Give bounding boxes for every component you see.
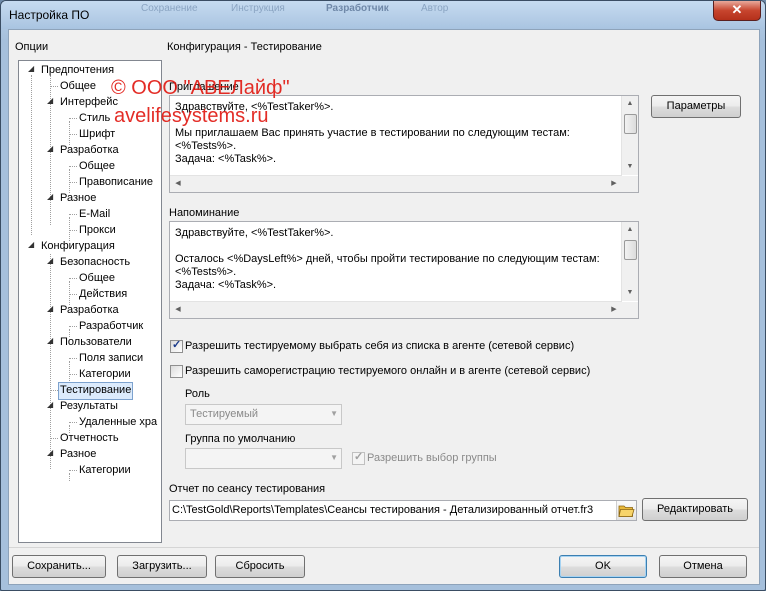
tree-item[interactable]: Пользователи bbox=[60, 334, 132, 350]
default-group-label: Группа по умолчанию bbox=[185, 433, 296, 445]
scroll-corner bbox=[622, 176, 638, 192]
ghost-tab: Сохранение bbox=[141, 3, 198, 14]
role-label: Роль bbox=[185, 388, 210, 400]
ghost-tab: Разработчик bbox=[326, 3, 389, 14]
tree-expand-icon[interactable]: ◢ bbox=[47, 145, 53, 153]
close-icon: ✕ bbox=[731, 2, 743, 17]
tree-item[interactable]: Общее bbox=[79, 158, 115, 174]
scroll-left-icon[interactable]: ◀ bbox=[170, 176, 186, 192]
background-ribbon-tabs: Сохранение Инструкция Разработчик Автор bbox=[121, 1, 481, 15]
tree-item[interactable]: Разное bbox=[60, 446, 96, 462]
role-value: Тестируемый bbox=[190, 408, 259, 420]
ghost-tab: Автор bbox=[421, 3, 449, 14]
tree-item[interactable]: Шрифт bbox=[79, 126, 115, 142]
scroll-right-icon[interactable]: ▶ bbox=[606, 176, 622, 192]
allow-group-choice-label[interactable]: Разрешить выбор группы bbox=[367, 452, 497, 464]
tree-item[interactable]: Стиль bbox=[79, 110, 110, 126]
invitation-hscroll[interactable]: ◀ ▶ bbox=[170, 175, 622, 192]
tree-expand-icon[interactable]: ◢ bbox=[47, 305, 53, 313]
tree-item[interactable]: Правописание bbox=[79, 174, 153, 190]
ok-button[interactable]: OK bbox=[559, 555, 647, 578]
tree-item[interactable]: Предпочтения bbox=[41, 62, 114, 78]
tree-expand-icon[interactable]: ◢ bbox=[28, 241, 34, 249]
load-button[interactable]: Загрузить... bbox=[117, 555, 207, 578]
parameters-button[interactable]: Параметры bbox=[651, 95, 741, 118]
scroll-up-icon[interactable]: ▲ bbox=[622, 222, 638, 238]
tree-expand-icon[interactable]: ◢ bbox=[47, 337, 53, 345]
invitation-vscroll[interactable]: ▲ ▼ bbox=[621, 96, 638, 175]
role-select[interactable]: Тестируемый ▼ bbox=[185, 404, 342, 425]
tree-item[interactable]: Безопасность bbox=[60, 254, 130, 270]
scroll-right-icon[interactable]: ▶ bbox=[606, 302, 622, 318]
allow-self-registration-label[interactable]: Разрешить саморегистрацию тестируемого о… bbox=[185, 365, 590, 377]
tree-item[interactable]: Категории bbox=[79, 462, 131, 478]
reminder-hscroll[interactable]: ◀ ▶ bbox=[170, 301, 622, 318]
watermark-website: avelifesystems.ru bbox=[114, 105, 269, 127]
cancel-button[interactable]: Отмена bbox=[659, 555, 747, 578]
report-path-field[interactable]: C:\TestGold\Reports\Templates\Сеансы тес… bbox=[169, 500, 637, 521]
watermark-company: © ООО "АВЕЛайф" bbox=[111, 77, 290, 99]
chevron-down-icon: ▼ bbox=[330, 409, 338, 418]
tree-expand-icon[interactable]: ◢ bbox=[28, 65, 34, 73]
options-tree[interactable]: ◢ Предпочтения Общее ◢ Интерфейс Стиль Шрифт ◢ Р… bbox=[18, 60, 162, 543]
scroll-up-icon[interactable]: ▲ bbox=[622, 96, 638, 112]
chevron-down-icon: ▼ bbox=[330, 453, 338, 462]
reset-button[interactable]: Сбросить bbox=[215, 555, 305, 578]
save-button[interactable]: Сохранить... bbox=[12, 555, 106, 578]
title-bar[interactable]: Настройка ПО Сохранение Инструкция Разра… bbox=[1, 1, 765, 29]
tree-item[interactable]: Категории bbox=[79, 366, 131, 382]
reminder-vscroll[interactable]: ▲ ▼ bbox=[621, 222, 638, 301]
report-path-value: C:\TestGold\Reports\Templates\Сеансы тес… bbox=[172, 504, 594, 516]
tree-item[interactable]: Разработка bbox=[60, 142, 119, 158]
allow-select-self-checkbox[interactable] bbox=[170, 338, 183, 353]
close-button[interactable]: ✕ bbox=[713, 1, 761, 21]
scroll-down-icon[interactable]: ▼ bbox=[622, 285, 638, 301]
reminder-text: Здравствуйте, <%TestTaker%>. Осталось <%… bbox=[175, 227, 600, 291]
tree-item[interactable]: Конфигурация bbox=[41, 238, 115, 254]
default-group-select[interactable]: ▼ bbox=[185, 448, 342, 469]
browse-button[interactable] bbox=[616, 501, 636, 520]
scroll-thumb[interactable] bbox=[624, 240, 637, 260]
tree-item[interactable]: Отчетность bbox=[60, 430, 119, 446]
edit-report-button[interactable]: Редактировать bbox=[642, 498, 748, 521]
tree-item[interactable]: Разработка bbox=[60, 302, 119, 318]
section-title: Конфигурация - Тестирование bbox=[167, 41, 322, 53]
allow-group-choice-checkbox[interactable] bbox=[352, 450, 365, 465]
settings-window: Настройка ПО Сохранение Инструкция Разра… bbox=[0, 0, 766, 591]
ghost-tab: Инструкция bbox=[231, 3, 285, 14]
tree-expand-icon[interactable]: ◢ bbox=[47, 97, 53, 105]
tree-expand-icon[interactable]: ◢ bbox=[47, 401, 53, 409]
window-title: Настройка ПО bbox=[9, 8, 90, 22]
tree-item[interactable]: Прокси bbox=[79, 222, 116, 238]
options-label: Опции bbox=[15, 41, 49, 53]
tree-item[interactable]: Общее bbox=[60, 78, 96, 94]
scroll-down-icon[interactable]: ▼ bbox=[622, 159, 638, 175]
scroll-left-icon[interactable]: ◀ bbox=[170, 302, 186, 318]
bottom-button-bar: Сохранить... Загрузить... Сбросить OK От… bbox=[9, 547, 759, 585]
allow-select-self-label[interactable]: Разрешить тестируемому выбрать себя из с… bbox=[185, 340, 574, 352]
tree-expand-icon[interactable]: ◢ bbox=[47, 193, 53, 201]
tree-item[interactable]: E-Mail bbox=[79, 206, 110, 222]
tree-item[interactable]: Общее bbox=[79, 270, 115, 286]
tree-item[interactable]: Действия bbox=[79, 286, 127, 302]
tree-item[interactable]: Интерфейс bbox=[60, 94, 118, 110]
reminder-memo[interactable]: Здравствуйте, <%TestTaker%>. Осталось <%… bbox=[169, 221, 639, 319]
tree-item[interactable]: Поля записи bbox=[79, 350, 143, 366]
allow-self-registration-checkbox[interactable] bbox=[170, 365, 183, 378]
dialog-client: Опции ◢ Предпочтения Общее ◢ Интерфейс Стиль Ш… bbox=[8, 29, 760, 585]
report-label: Отчет по сеансу тестирования bbox=[169, 483, 326, 495]
scroll-corner bbox=[622, 302, 638, 318]
scroll-thumb[interactable] bbox=[624, 114, 637, 134]
reminder-label: Напоминание bbox=[169, 207, 240, 219]
tree-expand-icon[interactable]: ◢ bbox=[47, 257, 53, 265]
tree-item[interactable]: Результаты bbox=[60, 398, 118, 414]
tree-item[interactable]: Разработчик bbox=[79, 318, 143, 334]
tree-item[interactable]: Разное bbox=[60, 190, 96, 206]
tree-item[interactable]: Удаленные хра bbox=[79, 414, 157, 430]
folder-open-icon bbox=[618, 505, 635, 517]
tree-expand-icon[interactable]: ◢ bbox=[47, 449, 53, 457]
